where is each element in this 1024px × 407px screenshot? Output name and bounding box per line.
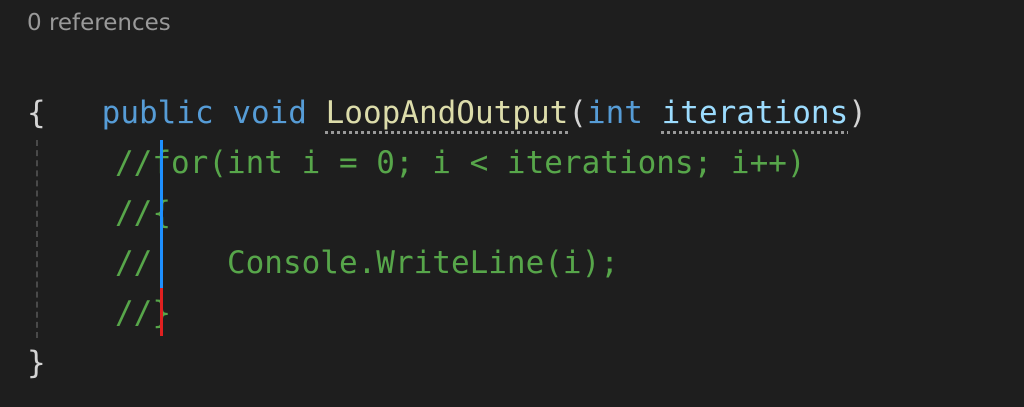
comment-line-1[interactable]: //for(int i = 0; i < iterations; i++) <box>115 138 806 188</box>
close-paren: ) <box>848 95 867 131</box>
multi-caret-selection-bar <box>160 140 163 288</box>
param-name[interactable]: iterations <box>662 95 849 131</box>
comment-marker: // <box>115 245 153 281</box>
comment-marker: // <box>115 145 153 181</box>
comment-line-3[interactable]: // Console.WriteLine(i); <box>115 238 619 288</box>
comment-text: for(int i = 0; i < iterations; i++) <box>152 145 806 181</box>
method-name[interactable]: LoopAndOutput <box>326 95 569 131</box>
comment-text: Console.WriteLine(i); <box>152 245 619 281</box>
param-type-keyword: int <box>586 95 643 131</box>
open-brace: { <box>27 95 46 131</box>
modifier-keyword: public <box>101 95 214 131</box>
return-type-keyword: void <box>232 95 307 131</box>
code-editor[interactable]: 0 references public void LoopAndOutput(i… <box>0 0 1024 407</box>
method-signature-line[interactable]: public void LoopAndOutput(int iterations… <box>27 38 867 131</box>
indent-guide <box>36 140 38 338</box>
close-brace: } <box>27 345 46 381</box>
codelens-references[interactable]: 0 references <box>27 8 171 38</box>
comment-marker: // <box>115 295 153 331</box>
comment-marker: // <box>115 195 153 231</box>
active-caret-bar <box>160 288 163 336</box>
open-paren: ( <box>568 95 587 131</box>
